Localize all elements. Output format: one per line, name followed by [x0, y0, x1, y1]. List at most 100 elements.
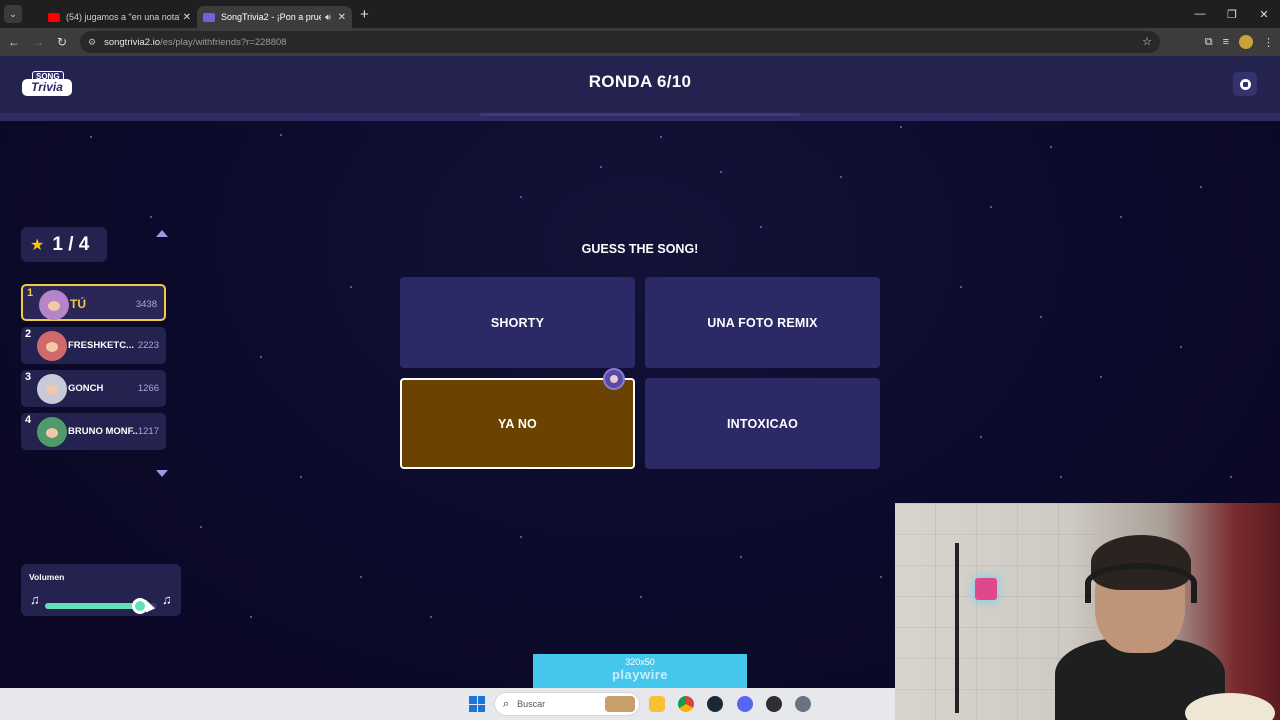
webcam-headset [1085, 563, 1197, 603]
player-name: BRUNO MONF... [68, 426, 138, 437]
taskbar-search-input[interactable]: ⌕ Buscar [494, 692, 640, 716]
background-star [980, 436, 982, 438]
volume-slider[interactable] [45, 598, 157, 614]
reload-icon[interactable]: ↻ [50, 35, 74, 49]
url-host: songtrivia2.io [104, 36, 161, 48]
new-tab-button[interactable]: + [360, 6, 369, 23]
volume-slider-fill [45, 603, 141, 609]
profile-avatar-icon[interactable] [1239, 35, 1253, 49]
windows-start-icon[interactable] [469, 696, 485, 712]
browser-tab-youtube[interactable]: (54) jugamos a "en una nota" Tr ✕ [42, 6, 197, 28]
back-arrow-icon[interactable]: ← [2, 35, 26, 49]
header-progress-strip [0, 113, 1280, 121]
background-star [1100, 376, 1102, 378]
player-name: TÚ [70, 297, 86, 311]
youtube-favicon-icon [48, 12, 60, 22]
speaker-icon[interactable]: 🔊︎ [325, 12, 331, 23]
leaderboard-row: 3 GONCH 1266 [21, 370, 166, 407]
webcam-overlay [895, 503, 1280, 720]
restore-icon[interactable]: ❐ [1216, 8, 1248, 21]
answer-option[interactable]: INTOXICAO [645, 378, 880, 469]
background-star [200, 526, 202, 528]
search-icon: ⌕ [503, 697, 510, 710]
address-bar[interactable]: ⚙ songtrivia2.io/es/play/withfriends?r=2… [80, 31, 1160, 53]
ad-brand-logo: playwire [611, 667, 669, 682]
game-header: SONG Trivia RONDA 6/10 [0, 56, 1280, 113]
background-star [880, 576, 882, 578]
close-tab-icon[interactable]: ✕ [338, 12, 346, 23]
player-avatar [39, 290, 69, 320]
webcam-rgb-light [975, 578, 997, 600]
answer-option[interactable]: UNA FOTO REMIX [645, 277, 880, 368]
player-avatar [37, 331, 67, 361]
close-tab-icon[interactable]: ✕ [183, 12, 191, 23]
background-star [1120, 216, 1122, 218]
background-star [360, 576, 362, 578]
player-name: FRESHKETC... [68, 340, 134, 351]
url-path: /es/play/withfriends?r=228808 [160, 36, 287, 48]
music-note-high-icon: ♫ [162, 592, 172, 607]
background-star [600, 166, 602, 168]
menu-icon[interactable]: ⋮ [1263, 36, 1274, 49]
player-score: 2223 [137, 340, 159, 351]
browser-tab-songtrivia[interactable]: SongTrivia2 - ¡Pon a prueba 🔊︎ ✕ [197, 6, 352, 28]
browser-tab-bar: ⌄ (54) jugamos a "en una nota" Tr ✕ Song… [0, 0, 1280, 28]
exit-game-button[interactable] [1233, 72, 1257, 96]
webcam-mic-stand [955, 543, 959, 713]
background-star [250, 616, 252, 618]
background-star [280, 134, 282, 136]
windows-taskbar: ⌕ Buscar [0, 688, 895, 720]
background-star [1180, 346, 1182, 348]
answer-option-selected[interactable]: YA NO [400, 378, 635, 469]
songtrivia-favicon-icon [203, 12, 215, 22]
background-star [300, 476, 302, 478]
scroll-down-icon[interactable] [156, 470, 168, 477]
site-info-icon[interactable]: ⚙ [88, 37, 96, 48]
background-star [640, 596, 642, 598]
leaderboard-row: 4 BRUNO MONF... 1217 [21, 413, 166, 450]
tab-search-button[interactable]: ⌄ [4, 5, 22, 23]
obs-icon[interactable] [766, 696, 782, 712]
background-star [1230, 476, 1232, 478]
round-progress-bar [480, 113, 800, 116]
answer-option[interactable]: SHORTY [400, 277, 635, 368]
window-controls: — ❐ ✕ [1184, 0, 1280, 28]
ad-banner[interactable]: 320x50 playwire [533, 654, 747, 688]
music-note-low-icon: ♫ [30, 592, 40, 607]
steam-icon[interactable] [707, 696, 723, 712]
background-star [1050, 146, 1052, 148]
tab-title: (54) jugamos a "en una nota" Tr [66, 12, 180, 22]
leaderboard: 1 TÚ 3438 2 FRESHKETC... 2223 3 GONCH 12… [21, 284, 166, 456]
background-star [520, 196, 522, 198]
search-highlight-image [605, 696, 635, 712]
background-star [90, 136, 92, 138]
player-pick-avatar [603, 368, 625, 390]
player-rank: 1 [27, 287, 34, 299]
player-avatar [37, 374, 67, 404]
background-star [990, 206, 992, 208]
file-explorer-icon[interactable] [649, 696, 665, 712]
background-star [1200, 186, 1202, 188]
background-star [660, 136, 662, 138]
leaderboard-row: 2 FRESHKETC... 2223 [21, 327, 166, 364]
volume-label: Volumen [29, 572, 65, 582]
background-star [350, 286, 352, 288]
browser-toolbar: ← → ↻ ⚙ songtrivia2.io/es/play/withfrien… [0, 28, 1280, 56]
bookmark-star-icon[interactable]: ☆ [1142, 35, 1152, 48]
settings-gear-icon[interactable] [795, 696, 811, 712]
background-star [720, 171, 722, 173]
background-star [430, 616, 432, 618]
scroll-up-icon[interactable] [156, 230, 168, 237]
player-score: 1217 [137, 426, 159, 437]
minimize-icon[interactable]: — [1184, 8, 1216, 20]
taskbar-search-placeholder: Buscar [517, 699, 546, 709]
background-star [840, 176, 842, 178]
discord-icon[interactable] [737, 696, 753, 712]
forward-arrow-icon[interactable]: → [26, 35, 50, 49]
background-star [520, 536, 522, 538]
chrome-icon[interactable] [678, 696, 694, 712]
player-rank: 4 [25, 414, 32, 426]
close-window-icon[interactable]: ✕ [1248, 8, 1280, 21]
extensions-icon[interactable]: ⧉ [1205, 36, 1213, 49]
media-controls-icon[interactable]: ≡ [1223, 36, 1229, 48]
